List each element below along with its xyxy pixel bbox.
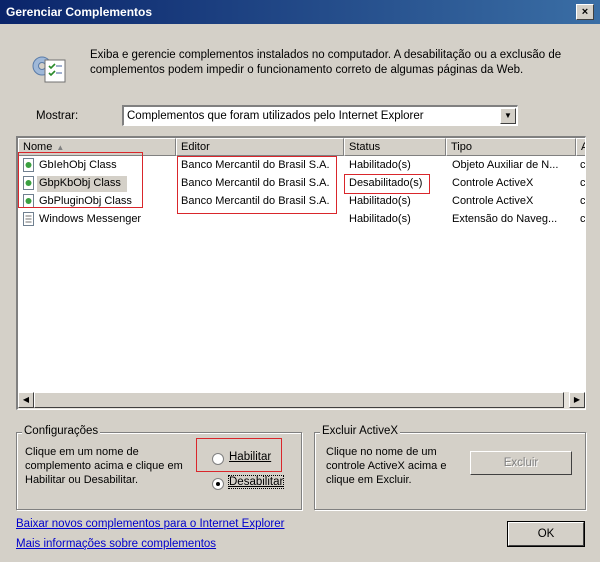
- ok-button[interactable]: OK: [507, 521, 585, 547]
- addon-extra: c: [580, 213, 586, 225]
- config-text-line: Habilitar ou Desabilitar.: [25, 474, 139, 486]
- annotation-box-status: [344, 174, 430, 194]
- more-info-link[interactable]: Mais informações sobre complementos: [16, 538, 216, 550]
- show-dropdown[interactable]: Complementos que foram utilizados pelo I…: [122, 105, 518, 126]
- enable-radio[interactable]: [212, 453, 224, 465]
- enable-label-text: Habilitar: [229, 451, 272, 463]
- addon-extra: c: [580, 195, 586, 207]
- enable-radio-label[interactable]: Habilitar: [229, 451, 271, 463]
- close-button[interactable]: ×: [576, 4, 594, 20]
- addon-status: Habilitado(s): [349, 195, 411, 207]
- sort-ascending-icon: ▲: [56, 143, 65, 152]
- activex-group-title: Excluir ActiveX: [320, 425, 401, 437]
- annotation-box-names: [18, 152, 143, 208]
- addon-type: Controle ActiveX: [452, 195, 534, 207]
- addon-extra: c: [580, 177, 586, 189]
- scrollbar-thumb[interactable]: [34, 392, 564, 408]
- download-addons-link[interactable]: Baixar novos complementos para o Interne…: [16, 518, 284, 530]
- addon-extra: c: [580, 159, 586, 171]
- chevron-down-icon[interactable]: ▼: [500, 108, 516, 124]
- window-title: Gerenciar Complementos: [6, 5, 153, 19]
- column-header-extra[interactable]: A: [576, 138, 585, 156]
- addon-status: Habilitado(s): [349, 213, 411, 225]
- addon-status: Habilitado(s): [349, 159, 411, 171]
- activex-text-line: clique em Excluir.: [326, 474, 412, 486]
- horizontal-scrollbar[interactable]: ◀ ▶: [18, 392, 585, 409]
- title-bar: Gerenciar Complementos ×: [0, 0, 600, 24]
- addon-type: Extensão do Naveg...: [452, 213, 558, 225]
- column-status-label: Status: [349, 141, 381, 153]
- disable-radio[interactable]: [212, 478, 224, 490]
- addon-type: Controle ActiveX: [452, 177, 534, 189]
- addons-gear-icon: [32, 56, 66, 83]
- scroll-left-icon[interactable]: ◀: [18, 392, 34, 408]
- disable-radio-label[interactable]: Desabilitar: [227, 475, 285, 489]
- column-header-editor[interactable]: Editor: [176, 138, 344, 156]
- column-editor-label: Editor: [181, 141, 210, 153]
- disable-label-text: Desabilitar: [229, 476, 284, 488]
- config-text-line: complemento acima e clique em: [25, 460, 183, 472]
- column-extra-label: A: [581, 141, 585, 153]
- description-text: Exiba e gerencie complementos instalados…: [90, 49, 562, 76]
- show-label: Mostrar:: [36, 110, 79, 122]
- activex-text-line: Clique no nome de um: [326, 446, 437, 458]
- addon-name: Windows Messenger: [39, 213, 142, 225]
- column-type-label: Tipo: [451, 141, 472, 153]
- show-dropdown-value: Complementos que foram utilizados pelo I…: [127, 110, 424, 122]
- column-header-status[interactable]: Status: [344, 138, 446, 156]
- addon-type: Objeto Auxiliar de N...: [452, 159, 559, 171]
- annotation-box-editors: [177, 156, 337, 214]
- scroll-right-icon[interactable]: ▶: [569, 392, 585, 408]
- column-header-type[interactable]: Tipo: [446, 138, 576, 156]
- activex-text-line: controle ActiveX acima e: [326, 460, 447, 472]
- messenger-icon: [23, 212, 34, 226]
- delete-activex-button[interactable]: Excluir: [470, 451, 572, 475]
- config-text-line: Clique em um nome de: [25, 446, 139, 458]
- config-group-title: Configurações: [22, 425, 101, 437]
